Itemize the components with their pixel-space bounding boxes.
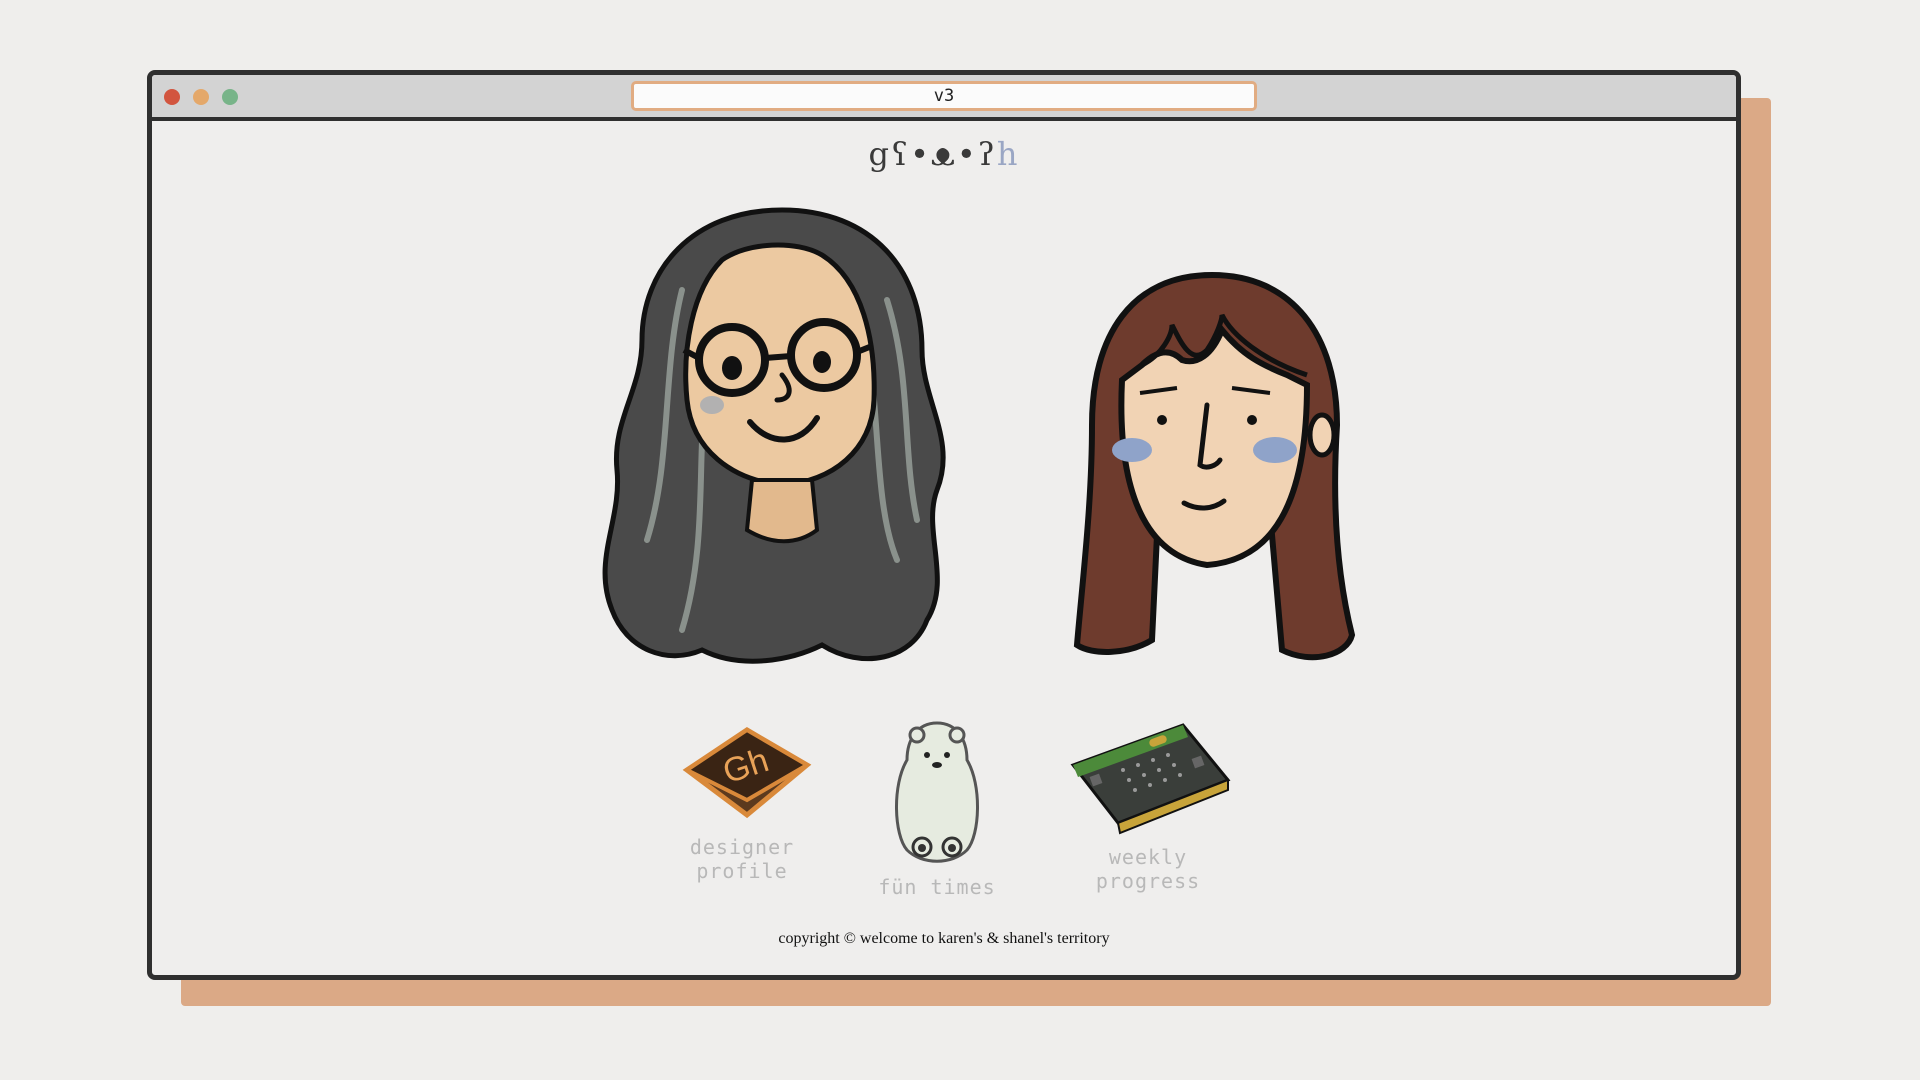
grasshopper-app-icon: Gh [682, 727, 812, 819]
fun-times-link[interactable]: fün times [872, 715, 1002, 899]
site-logo[interactable]: gʕ•ᴥ•ʔh [152, 135, 1736, 173]
designer-profile-label: designer profile [689, 835, 795, 883]
address-bar[interactable]: v3 [631, 81, 1257, 111]
minimize-button[interactable] [193, 89, 209, 105]
weekly-progress-link[interactable]: weekly progress [1058, 715, 1238, 893]
polar-bear-icon [895, 721, 979, 863]
karen-portrait [602, 207, 946, 664]
footer-copyright: copyright © welcome to karen's & shanel'… [778, 930, 1110, 947]
weekly-progress-label: weekly progress [1095, 845, 1201, 893]
shanel-portrait [1073, 271, 1356, 661]
stage: v3 gʕ•ᴥ•ʔh Gh designer profile fün times… [0, 0, 1920, 1080]
close-button[interactable] [164, 89, 180, 105]
designer-profile-link[interactable]: Gh designer profile [652, 715, 832, 883]
microbit-board-icon [1070, 723, 1231, 835]
fun-times-label: fün times [878, 875, 996, 899]
logo-cursor-text: h [996, 135, 1020, 173]
browser-window: v3 gʕ•ᴥ•ʔh Gh designer profile fün times… [147, 70, 1741, 980]
title-bar: v3 [152, 75, 1736, 121]
maximize-button[interactable] [222, 89, 238, 105]
logo-text: gʕ•ᴥ•ʔ [868, 135, 997, 173]
